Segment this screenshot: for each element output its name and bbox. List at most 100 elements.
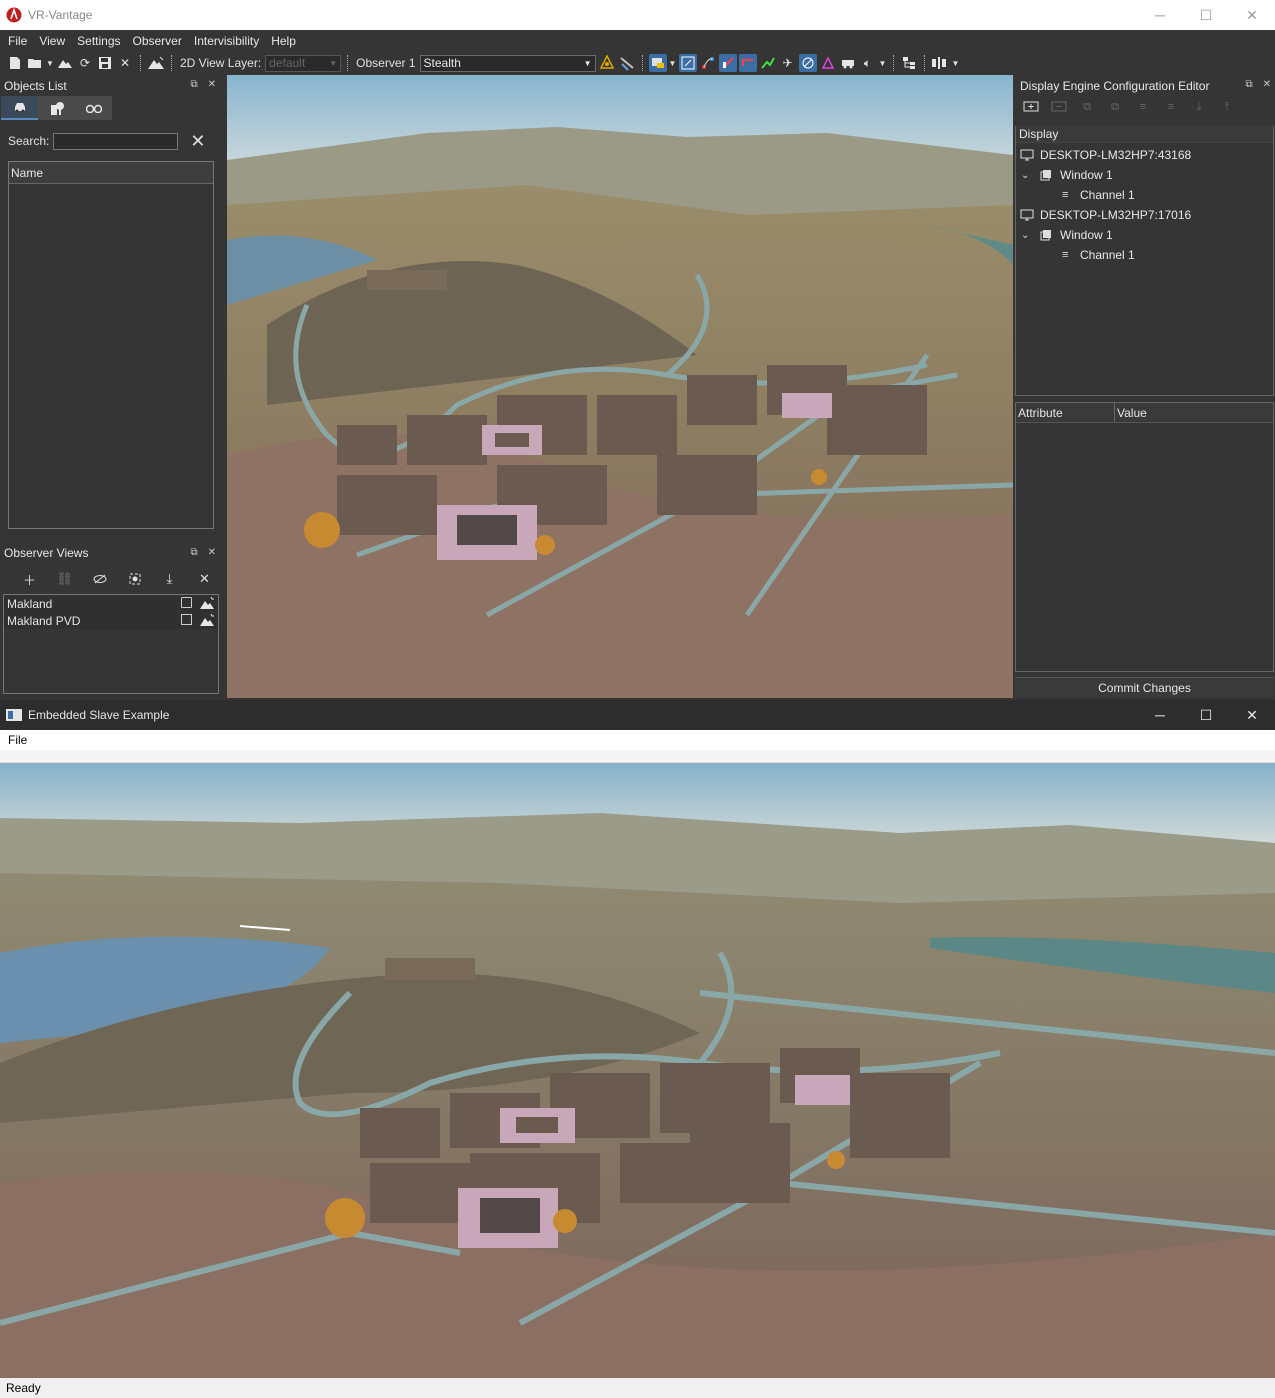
binoculars-icon[interactable] xyxy=(75,96,112,120)
fit-view-icon[interactable] xyxy=(678,54,697,72)
toolbar-strip xyxy=(0,750,1275,763)
objects-table[interactable]: Name xyxy=(8,161,214,529)
menu-file[interactable]: File xyxy=(2,733,33,747)
los-icon[interactable] xyxy=(718,54,737,72)
monitor-icon xyxy=(1020,209,1034,221)
list-item[interactable]: Makland PVD xyxy=(4,612,218,629)
main-toolbar: ▼ ⟳ ✕ 2D View Layer: default ▼ Observer … xyxy=(0,52,1275,74)
no-fly-icon[interactable] xyxy=(798,54,817,72)
objects-list-title: Objects List xyxy=(4,79,67,93)
audio-dropdown-icon[interactable]: ▼ xyxy=(879,54,887,72)
terrain-edit-icon[interactable] xyxy=(147,54,165,72)
layout-icon[interactable] xyxy=(931,54,949,72)
aircraft-icon[interactable]: ✈ xyxy=(779,54,797,72)
maximize-button[interactable]: ☐ xyxy=(1183,700,1229,730)
export-icon[interactable]: ⤒ xyxy=(1216,98,1238,116)
remove-channel-icon[interactable]: ≡ xyxy=(1160,98,1182,116)
chevron-down-icon[interactable]: ⌄ xyxy=(1021,230,1029,241)
vehicle-icon[interactable] xyxy=(839,54,857,72)
slave-window-title: Embedded Slave Example xyxy=(28,708,170,722)
close-panel-icon[interactable]: ✕ xyxy=(208,79,216,90)
menu-intervisibility[interactable]: Intervisibility xyxy=(188,34,265,48)
close-button[interactable]: ✕ xyxy=(1229,0,1275,30)
tree-row[interactable]: ≡ Channel 1 xyxy=(1016,245,1273,265)
menu-help[interactable]: Help xyxy=(265,34,302,48)
layer-select[interactable]: default ▼ xyxy=(265,54,342,72)
checkbox[interactable] xyxy=(181,614,192,625)
layer-select-value: default xyxy=(269,56,306,70)
layout-dropdown-icon[interactable]: ▼ xyxy=(951,54,961,72)
commit-changes-button[interactable]: Commit Changes xyxy=(1015,677,1274,697)
maximize-button[interactable]: ☐ xyxy=(1183,0,1229,30)
menu-file[interactable]: File xyxy=(2,34,33,48)
toolbar-separator xyxy=(892,55,894,71)
minimize-button[interactable]: ─ xyxy=(1137,0,1183,30)
attribute-column-header[interactable]: Attribute xyxy=(1016,403,1115,422)
speaker-icon[interactable]: 🔈︎ xyxy=(859,54,877,72)
hierarchy-icon[interactable] xyxy=(900,54,918,72)
value-column-header[interactable]: Value xyxy=(1115,403,1273,422)
range-ring-icon[interactable] xyxy=(738,54,757,72)
column-header-name[interactable]: Name xyxy=(9,162,213,184)
open-dropdown-icon[interactable]: ▼ xyxy=(46,54,54,72)
observer-mode-select[interactable]: Stealth ▼ xyxy=(419,54,596,72)
tree-row[interactable]: DESKTOP-LM32HP7:43168 xyxy=(1016,145,1273,165)
close-panel-icon[interactable]: ✕ xyxy=(208,547,216,558)
chevron-down-icon[interactable]: ⌄ xyxy=(1021,170,1029,181)
mountain-icon[interactable] xyxy=(200,596,214,610)
objects-list-header: Objects List ⧉ ✕ xyxy=(0,76,222,96)
slave-3d-viewport[interactable] xyxy=(0,763,1275,1378)
new-file-icon[interactable] xyxy=(6,54,24,72)
observer-mode-value: Stealth xyxy=(423,56,461,70)
capture-icon[interactable] xyxy=(117,569,152,589)
tree-row[interactable]: ≡ Channel 1 xyxy=(1016,185,1273,205)
toolbar-separator xyxy=(171,55,172,71)
config-editor-panel: Display Engine Configuration Editor ⧉ ✕ … xyxy=(1014,76,1275,700)
close-panel-icon[interactable]: ✕ xyxy=(1263,79,1271,90)
tree-row[interactable]: ⌄ Window 1 xyxy=(1016,225,1273,245)
measure-icon[interactable] xyxy=(618,54,636,72)
list-item[interactable]: Makland xyxy=(4,595,218,612)
close-button[interactable]: ✕ xyxy=(1229,700,1275,730)
trees-icon[interactable] xyxy=(38,96,75,120)
import-icon[interactable]: ⤓ xyxy=(1188,98,1210,116)
cube-icon[interactable] xyxy=(181,597,192,608)
area-icon[interactable] xyxy=(819,54,837,72)
search-input[interactable] xyxy=(53,132,179,150)
menu-observer[interactable]: Observer xyxy=(127,34,188,48)
route-icon[interactable] xyxy=(699,54,717,72)
clear-search-icon[interactable]: ✕ xyxy=(190,132,205,150)
tree-row[interactable]: DESKTOP-LM32HP7:17016 xyxy=(1016,205,1273,225)
add-channel-icon[interactable]: ≡ xyxy=(1132,98,1154,116)
remove-display-icon[interactable] xyxy=(1048,98,1070,116)
save-icon[interactable] xyxy=(96,54,114,72)
car-icon[interactable] xyxy=(1,96,38,120)
menu-view[interactable]: View xyxy=(33,34,71,48)
download-icon[interactable]: ⤓ xyxy=(152,569,187,589)
view-mode-icon[interactable] xyxy=(648,54,667,72)
add-display-icon[interactable] xyxy=(1020,98,1042,116)
hide-icon[interactable] xyxy=(82,569,117,589)
reload-icon[interactable]: ⟳ xyxy=(76,54,94,72)
tree-header: Display xyxy=(1016,125,1273,143)
3d-viewport[interactable] xyxy=(227,75,1013,698)
line-icon[interactable] xyxy=(759,54,777,72)
undock-icon[interactable]: ⧉ xyxy=(1245,79,1252,90)
observer-view-label: Makland xyxy=(7,596,53,611)
menu-settings[interactable]: Settings xyxy=(71,34,126,48)
close-scenario-icon[interactable]: ✕ xyxy=(116,54,134,72)
undock-icon[interactable]: ⧉ xyxy=(190,547,197,558)
link-icon[interactable]: ⛓ xyxy=(47,569,82,589)
view-dropdown-icon[interactable]: ▼ xyxy=(669,54,677,72)
open-folder-icon[interactable] xyxy=(26,54,44,72)
compass-icon[interactable] xyxy=(598,54,616,72)
remove-window-icon[interactable]: ⧉ xyxy=(1104,98,1126,116)
mountain-icon[interactable] xyxy=(200,613,214,627)
add-icon[interactable]: ＋ xyxy=(12,569,47,589)
add-window-icon[interactable]: ⧉ xyxy=(1076,98,1098,116)
delete-icon[interactable]: ✕ xyxy=(187,569,222,589)
tree-row[interactable]: ⌄ Window 1 xyxy=(1016,165,1273,185)
terrain-icon[interactable] xyxy=(56,54,74,72)
minimize-button[interactable]: ─ xyxy=(1137,700,1183,730)
undock-icon[interactable]: ⧉ xyxy=(190,79,197,90)
